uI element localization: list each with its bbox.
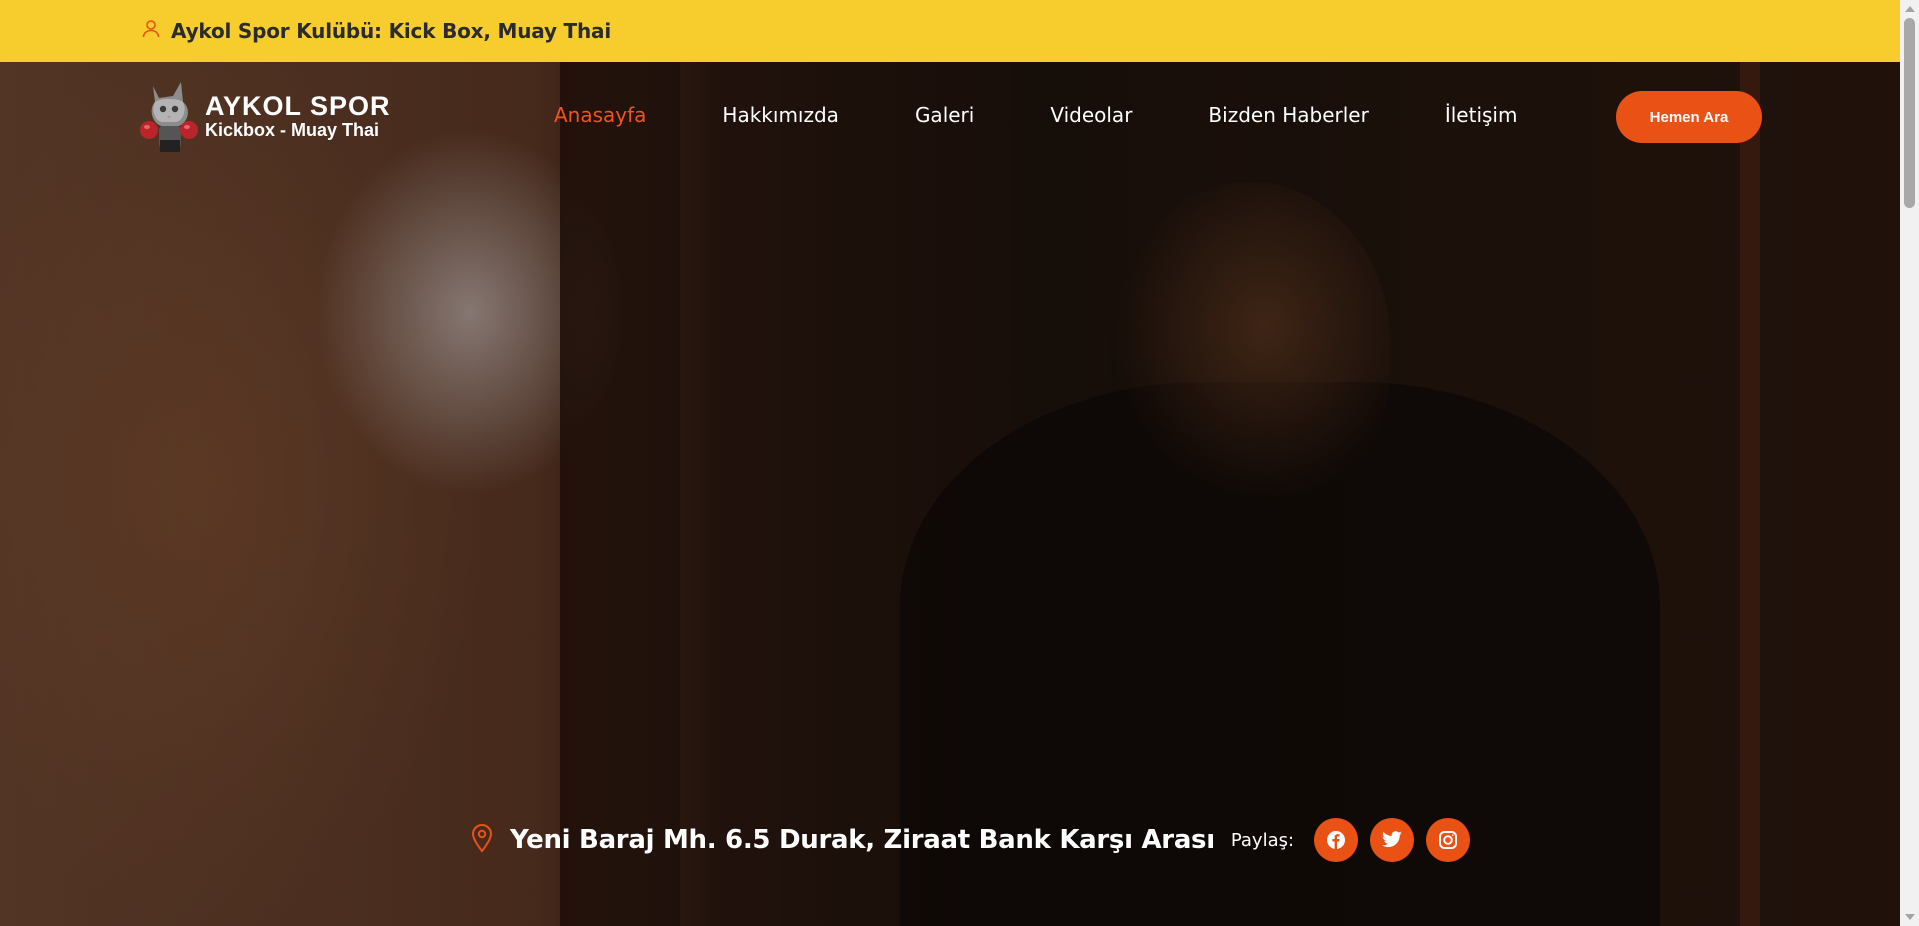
call-now-button[interactable]: Hemen Ara	[1616, 91, 1762, 143]
nav-item-videolar[interactable]: Videolar	[1050, 103, 1132, 127]
boxing-cat-logo-icon	[139, 76, 201, 156]
nav-item-hakkimizda[interactable]: Hakkımızda	[722, 103, 839, 127]
logo-subtitle: Kickbox - Muay Thai	[205, 120, 380, 140]
page-scrollbar[interactable]	[1900, 0, 1919, 926]
scroll-up-arrow-icon[interactable]	[1905, 6, 1915, 12]
nav-item-iletisim[interactable]: İletişim	[1445, 103, 1518, 127]
instagram-icon[interactable]	[1426, 818, 1471, 862]
hero-background	[0, 62, 1900, 926]
nav-item-galeri[interactable]: Galeri	[915, 103, 974, 127]
nav-item-anasayfa[interactable]: Anasayfa	[554, 103, 646, 127]
topbar-title: Aykol Spor Kulübü: Kick Box, Muay Thai	[171, 19, 611, 43]
top-bar: Aykol Spor Kulübü: Kick Box, Muay Thai	[0, 0, 1900, 62]
site-logo[interactable]: AYKOL SPOR Kickbox - Muay Thai	[139, 76, 391, 156]
location-bar: Yeni Baraj Mh. 6.5 Durak, Ziraat Bank Ka…	[470, 818, 1482, 862]
share-label: Paylaş:	[1230, 829, 1295, 851]
logo-title: AYKOL SPOR	[205, 91, 391, 121]
twitter-icon[interactable]	[1370, 818, 1415, 862]
facebook-icon[interactable]	[1314, 818, 1359, 862]
nav-item-bizden-haberler[interactable]: Bizden Haberler	[1208, 103, 1368, 127]
address-text: Yeni Baraj Mh. 6.5 Durak, Ziraat Bank Ka…	[510, 825, 1215, 855]
main-nav: Anasayfa Hakkımızda Galeri Videolar Bizd…	[554, 103, 1517, 127]
user-icon	[141, 19, 161, 43]
location-pin-icon	[470, 823, 494, 857]
scroll-down-arrow-icon[interactable]	[1905, 914, 1915, 920]
scroll-thumb[interactable]	[1904, 18, 1915, 208]
